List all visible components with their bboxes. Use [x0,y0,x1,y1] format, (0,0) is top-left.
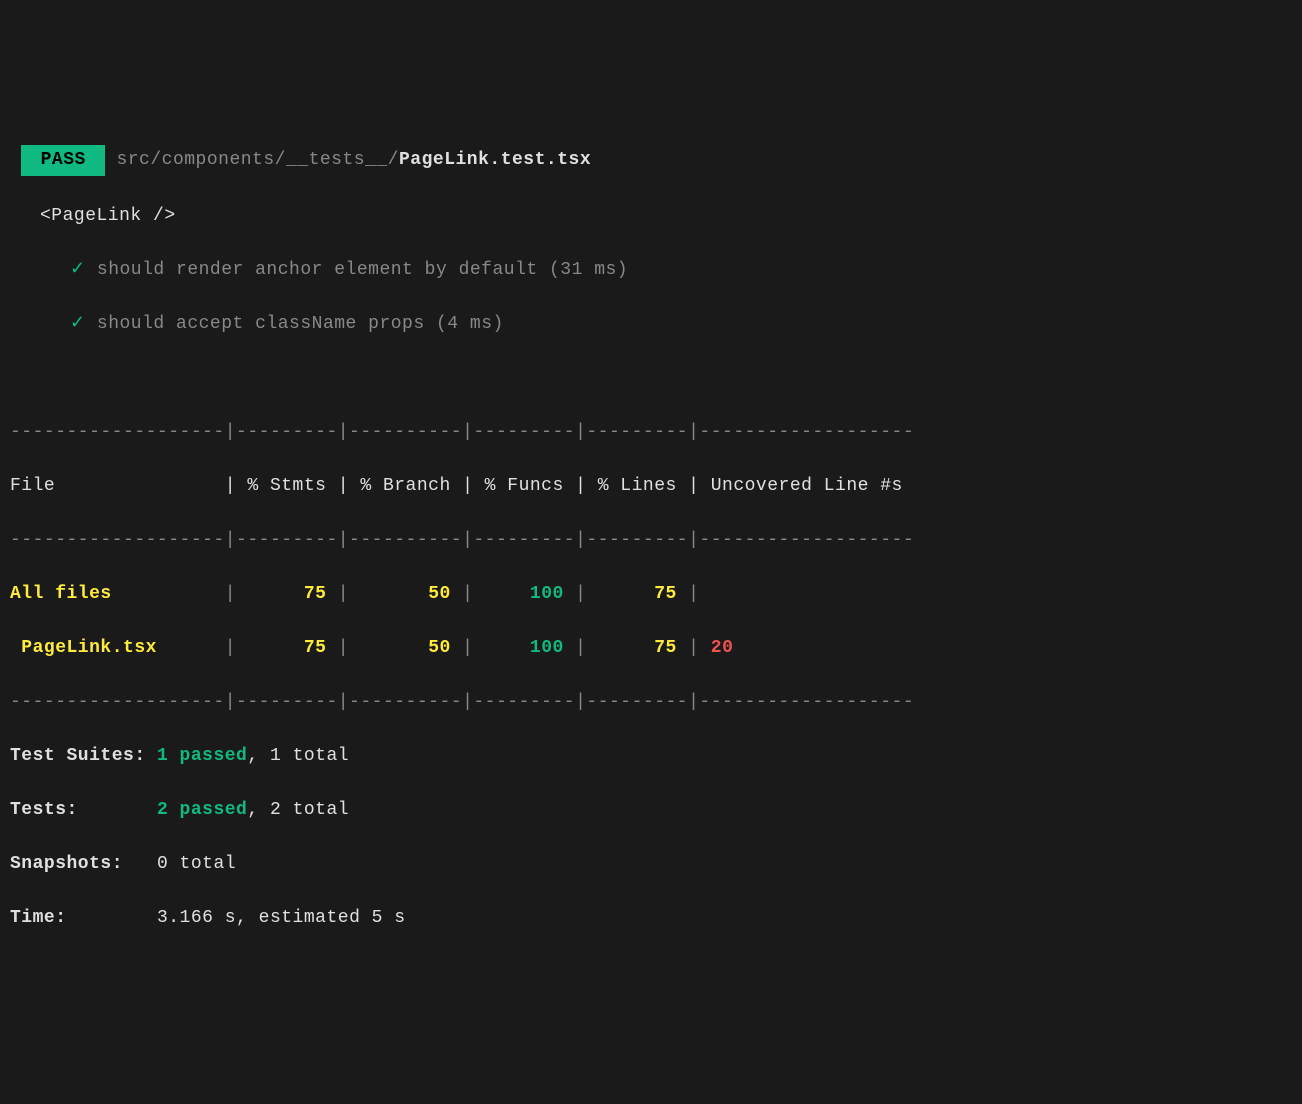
check-icon: ✓ [70,314,86,334]
describe-title: <PageLink /> [40,206,176,226]
coverage-stmts: 75 [247,584,326,604]
test-name: should render anchor element by default [97,260,538,280]
file-path-prefix: src/components/__tests__/ [116,150,399,170]
check-icon: ✓ [70,260,86,280]
summary-label: Tests: [10,800,157,820]
test-result-row: ✓ should render anchor element by defaul… [10,257,1292,284]
coverage-divider: -------------------|---------|----------… [10,689,1292,716]
summary-value: 0 total [157,854,236,874]
summary-test-suites: Test Suites: 1 passed, 1 total [10,743,1292,770]
summary-label: Time: [10,908,157,928]
test-duration: (31 ms) [549,260,628,280]
coverage-branch: 50 [360,584,450,604]
summary-snapshots: Snapshots: 0 total [10,851,1292,878]
coverage-funcs: 100 [485,638,564,658]
summary-label: Snapshots: [10,854,157,874]
summary-label: Test Suites: [10,746,157,766]
coverage-funcs: 100 [485,584,564,604]
coverage-row-file: PageLink.tsx | 75 | 50 | 100 | 75 | 20 [10,635,1292,662]
summary-total: , 2 total [247,800,349,820]
test-file-header: PASS src/components/__tests__/PageLink.t… [10,145,1292,176]
pass-badge: PASS [21,145,105,176]
summary-value: 3.166 s, estimated 5 s [157,908,406,928]
coverage-divider: -------------------|---------|----------… [10,527,1292,554]
coverage-file: All files [10,584,213,604]
summary-tests: Tests: 2 passed, 2 total [10,797,1292,824]
coverage-branch: 50 [360,638,450,658]
coverage-divider: -------------------|---------|----------… [10,419,1292,446]
coverage-lines: 75 [598,584,677,604]
test-duration: (4 ms) [436,314,504,334]
summary-total: , 1 total [247,746,349,766]
coverage-file: PageLink.tsx [10,638,213,658]
test-name: should accept className props [97,314,425,334]
test-result-row: ✓ should accept className props (4 ms) [10,311,1292,338]
describe-block: <PageLink /> [10,203,1292,230]
coverage-lines: 75 [598,638,677,658]
file-name: PageLink.test.tsx [399,150,591,170]
coverage-uncovered: 20 [711,638,734,658]
coverage-header-row: File | % Stmts | % Branch | % Funcs | % … [10,473,1292,500]
summary-passed: 1 passed [157,746,247,766]
summary-time: Time: 3.166 s, estimated 5 s [10,905,1292,932]
summary-passed: 2 passed [157,800,247,820]
coverage-row-all-files: All files | 75 | 50 | 100 | 75 | [10,581,1292,608]
coverage-stmts: 75 [247,638,326,658]
terminal-output: PASS src/components/__tests__/PageLink.t… [10,118,1292,959]
